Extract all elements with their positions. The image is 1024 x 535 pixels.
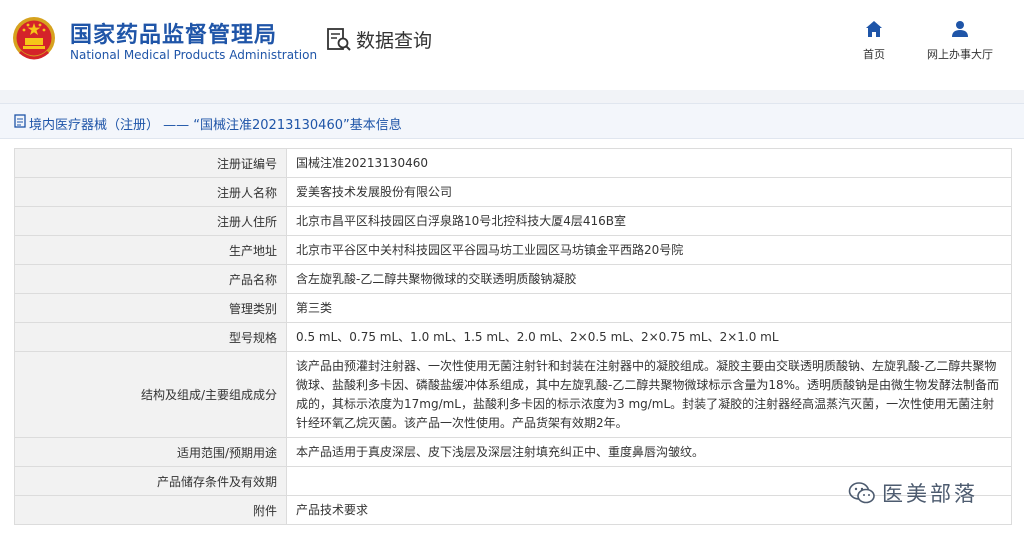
row-label: 附件 xyxy=(14,495,287,525)
wechat-watermark: 医美部落 xyxy=(848,478,978,508)
header-divider-band xyxy=(0,90,1024,103)
data-query-label: 数据查询 xyxy=(356,30,433,52)
table-row: 产品名称 含左旋乳酸-乙二醇共聚物微球的交联透明质酸钠凝胶 xyxy=(14,264,1012,294)
watermark-text: 医美部落 xyxy=(882,482,978,506)
home-icon xyxy=(866,21,882,37)
row-value: 本产品适用于真皮深层、皮下浅层及深层注射填充纠正中、重度鼻唇沟皱纹。 xyxy=(286,437,1012,467)
row-label: 产品名称 xyxy=(14,264,287,294)
document-icon xyxy=(14,114,26,128)
site-header: 国家药品监督管理局 National Medical Products Admi… xyxy=(0,0,1024,90)
detail-title-bar: 境内医疗器械（注册） —— “国械注准20213130460”基本信息 xyxy=(0,103,1024,139)
org-name-en: National Medical Products Administration xyxy=(70,48,318,62)
row-label: 结构及组成/主要组成成分 xyxy=(14,351,287,438)
national-emblem-icon xyxy=(13,17,55,60)
row-value: 北京市平谷区中关村科技园区平谷园马坊工业园区马坊镇金平西路20号院 xyxy=(286,235,1012,265)
row-label: 管理类别 xyxy=(14,293,287,323)
row-label: 生产地址 xyxy=(14,235,287,265)
registration-info-table: 注册证编号 国械注准20213130460 注册人名称 爱美客技术发展股份有限公… xyxy=(14,148,1012,525)
detail-title: 境内医疗器械（注册） —— “国械注准20213130460”基本信息 xyxy=(29,118,402,133)
table-row: 型号规格 0.5 mL、0.75 mL、1.0 mL、1.5 mL、2.0 mL… xyxy=(14,322,1012,352)
row-label: 产品储存条件及有效期 xyxy=(14,466,287,496)
row-value: 含左旋乳酸-乙二醇共聚物微球的交联透明质酸钠凝胶 xyxy=(286,264,1012,294)
table-row: 注册人住所 北京市昌平区科技园区白浮泉路10号北控科技大厦4层416B室 xyxy=(14,206,1012,236)
row-value: 国械注准20213130460 xyxy=(286,148,1012,178)
row-label: 注册人住所 xyxy=(14,206,287,236)
row-value: 该产品由预灌封注射器、一次性使用无菌注射针和封装在注射器中的凝胶组成。凝胶主要由… xyxy=(286,351,1012,438)
table-row: 生产地址 北京市平谷区中关村科技园区平谷园马坊工业园区马坊镇金平西路20号院 xyxy=(14,235,1012,265)
nav-service-label: 网上办事大厅 xyxy=(927,48,993,61)
nav-home-label: 首页 xyxy=(863,48,885,61)
row-label: 型号规格 xyxy=(14,322,287,352)
user-icon xyxy=(952,21,968,37)
nav-service-hall[interactable]: 网上办事大厅 xyxy=(920,20,1000,62)
document-search-icon xyxy=(327,27,351,51)
row-value: 北京市昌平区科技园区白浮泉路10号北控科技大厦4层416B室 xyxy=(286,206,1012,236)
row-label: 注册人名称 xyxy=(14,177,287,207)
row-value: 第三类 xyxy=(286,293,1012,323)
table-row: 适用范围/预期用途 本产品适用于真皮深层、皮下浅层及深层注射填充纠正中、重度鼻唇… xyxy=(14,437,1012,467)
table-row: 注册人名称 爱美客技术发展股份有限公司 xyxy=(14,177,1012,207)
row-label: 适用范围/预期用途 xyxy=(14,437,287,467)
table-row: 注册证编号 国械注准20213130460 xyxy=(14,148,1012,178)
org-name-cn: 国家药品监督管理局 xyxy=(70,23,278,48)
row-value: 0.5 mL、0.75 mL、1.0 mL、1.5 mL、2.0 mL、2×0.… xyxy=(286,322,1012,352)
data-query-link[interactable]: 数据查询 xyxy=(326,26,432,53)
wechat-icon xyxy=(848,482,875,504)
table-row: 结构及组成/主要组成成分 该产品由预灌封注射器、一次性使用无菌注射针和封装在注射… xyxy=(14,351,1012,438)
row-value: 爱美客技术发展股份有限公司 xyxy=(286,177,1012,207)
table-row: 管理类别 第三类 xyxy=(14,293,1012,323)
nav-home[interactable]: 首页 xyxy=(858,20,890,62)
row-label: 注册证编号 xyxy=(14,148,287,178)
